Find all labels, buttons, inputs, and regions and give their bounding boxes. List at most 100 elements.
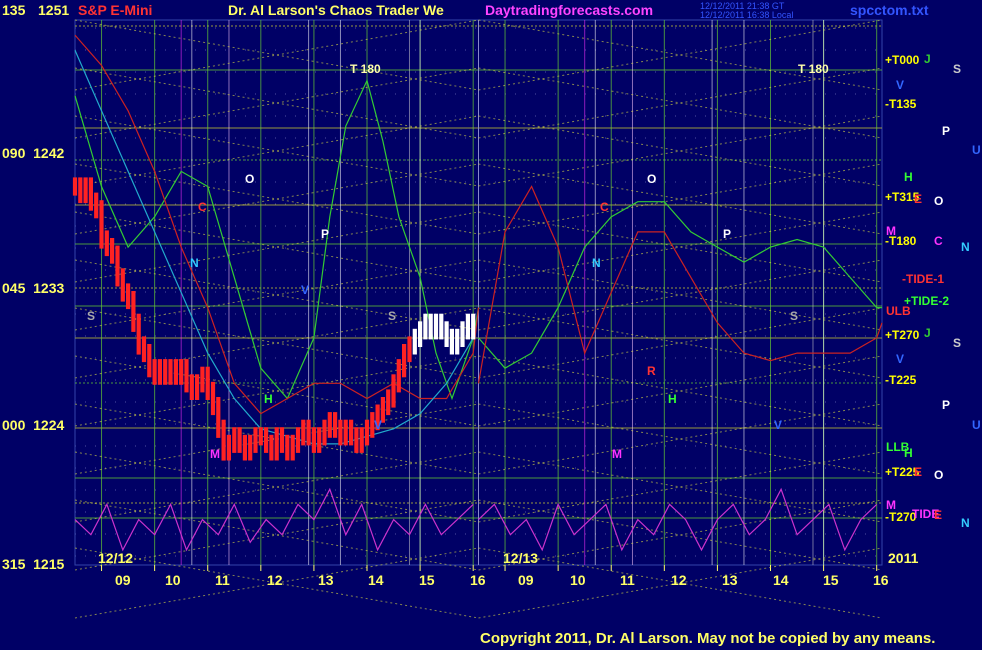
price-bar [184,359,189,393]
price-bar [301,419,306,446]
planet-marker: S [953,62,962,76]
chart-annotation: H [264,392,273,406]
price-bar [104,230,109,257]
x-tick-label: 13 [722,572,738,588]
x-tick-label: 09 [115,572,131,588]
price-bar [126,283,131,310]
price-bar [232,427,237,453]
data-filename: spcctom.txt [850,2,929,18]
price-bar [115,245,120,287]
chart-annotation: S [87,309,96,323]
price-bar [444,321,449,347]
planet-marker: V [896,352,905,366]
price-bar [364,419,370,446]
price-bar [179,359,184,385]
chart-annotation: O [647,172,657,186]
y-tick-label: 000 1224 [2,417,65,433]
chart-annotation: T 180 [350,62,381,76]
price-bar [439,313,444,340]
y-tick-label: 090 1242 [2,145,65,161]
planet-marker: P [942,398,951,412]
planet-marker: O [934,468,944,482]
price-bar [163,359,168,385]
planet-marker: H [904,446,913,460]
price-bar [343,419,348,446]
chart-title: Dr. Al Larson's Chaos Trader We [228,2,444,18]
level-label: -TIDE-1 [902,272,944,286]
planet-marker: O [934,194,944,208]
price-bar [412,328,417,355]
chart-annotation: N [592,256,601,270]
planet-marker: M [886,498,896,512]
price-bar [110,238,115,264]
chart-annotation: V [301,283,310,297]
price-bar [327,412,332,438]
y-tick-label: 045 1233 [2,280,65,296]
year-label: 2011 [888,550,919,566]
x-tick-label: 09 [518,572,534,588]
price-bar [306,419,311,446]
price-bar [88,177,93,211]
timestamp-local: 12/12/2011 16:38 Local [700,10,794,20]
x-tick-label: 10 [165,572,181,588]
price-bar [465,313,470,340]
x-tick-label: 15 [419,572,435,588]
planet-marker: U [972,143,981,157]
x-tick-label: 13 [318,572,334,588]
header-price: 1251 [38,2,70,18]
level-label: -T135 [885,97,917,111]
chart-annotation: H [668,392,677,406]
price-bar [285,434,290,461]
price-bar [99,200,104,249]
price-bar [386,389,391,416]
planet-marker: H [904,170,913,184]
planet-marker: C [934,234,943,248]
copyright-notice: Copyright 2011, Dr. Al Larson. May not b… [480,630,936,647]
site-link[interactable]: Daytradingforecasts.com [485,2,653,18]
price-bar [338,419,343,446]
planet-marker: E [914,465,923,479]
price-bar [264,427,269,453]
price-bar [248,434,253,461]
chart-annotation: V [374,418,383,432]
price-bar [94,192,99,219]
chart-annotation: V [774,418,783,432]
level-label: -T225 [885,373,917,387]
y-tick-label: 315 1215 [2,556,65,572]
x-tick-label: 11 [215,572,230,588]
price-bar [242,434,247,461]
chart-annotation: S [790,309,799,323]
level-label: +T000 [885,53,920,67]
price-bar [189,374,194,400]
price-bar [226,434,231,461]
chart-background [0,0,982,650]
price-bar [147,344,152,378]
price-bar [402,344,407,378]
x-tick-label: 15 [823,572,839,588]
planet-marker: V [896,78,905,92]
price-bar [205,366,210,400]
price-bar [423,313,428,340]
price-bar [295,427,301,453]
price-bar [391,374,396,408]
price-bar [216,397,221,438]
planet-marker: P [942,124,951,138]
planet-marker: J [924,52,931,66]
planet-marker: E [934,508,943,522]
planet-marker: N [961,240,970,254]
price-bar [237,427,242,453]
chart-annotation: C [600,200,609,214]
chart-annotation: S [388,309,397,323]
x-tick-label: 16 [470,572,486,588]
price-bar [455,328,460,355]
price-bar [120,268,125,302]
price-bar [311,427,316,453]
price-bar [173,359,178,385]
price-bar [131,291,136,332]
price-bar [200,366,205,393]
price-bar [210,381,216,416]
price-bar [290,434,295,461]
x-tick-label: 11 [620,572,635,588]
chart-annotation: R [647,364,656,378]
price-bar [221,419,226,461]
